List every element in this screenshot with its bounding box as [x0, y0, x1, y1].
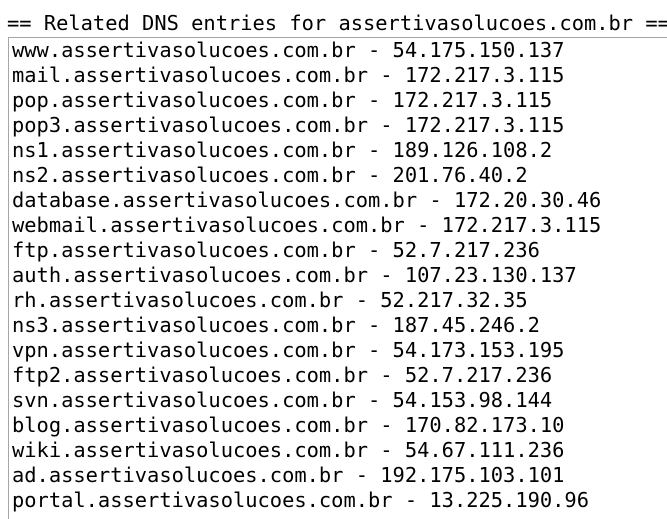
- dns-entries-list: www.assertivasolucoes.com.br - 54.175.15…: [12, 38, 601, 513]
- dns-entry: pop3.assertivasolucoes.com.br - 172.217.…: [12, 113, 565, 137]
- dns-entry: rh.assertivasolucoes.com.br - 52.217.32.…: [12, 288, 528, 312]
- dns-entry: wiki.assertivasolucoes.com.br - 54.67.11…: [12, 438, 565, 462]
- section-heading: == Related DNS entries for assertivasolu…: [7, 11, 667, 35]
- dns-entry: webmail.assertivasolucoes.com.br - 172.2…: [12, 213, 602, 237]
- dns-entry: ad.assertivasolucoes.com.br - 192.175.10…: [12, 463, 565, 487]
- dns-entry: auth.assertivasolucoes.com.br - 107.23.1…: [12, 263, 577, 287]
- dns-entry: database.assertivasolucoes.com.br - 172.…: [12, 188, 602, 212]
- dns-entries-panel[interactable]: www.assertivasolucoes.com.br - 54.175.15…: [8, 37, 667, 519]
- dns-entry: blog.assertivasolucoes.com.br - 170.82.1…: [12, 413, 565, 437]
- dns-entry: ftp2.assertivasolucoes.com.br - 52.7.217…: [12, 363, 553, 387]
- dns-entry: ftp.assertivasolucoes.com.br - 52.7.217.…: [12, 238, 540, 262]
- dns-entry: vpn.assertivasolucoes.com.br - 54.173.15…: [12, 338, 565, 362]
- dns-entry: ns3.assertivasolucoes.com.br - 187.45.24…: [12, 313, 540, 337]
- dns-entry: pop.assertivasolucoes.com.br - 172.217.3…: [12, 88, 553, 112]
- dns-entry: svn.assertivasolucoes.com.br - 54.153.98…: [12, 388, 553, 412]
- dns-entry: www.assertivasolucoes.com.br - 54.175.15…: [12, 38, 565, 62]
- dns-entry: ns2.assertivasolucoes.com.br - 201.76.40…: [12, 163, 528, 187]
- dns-entry: mail.assertivasolucoes.com.br - 172.217.…: [12, 63, 565, 87]
- dns-entry: portal.assertivasolucoes.com.br - 13.225…: [12, 488, 589, 512]
- dns-entry: ns1.assertivasolucoes.com.br - 189.126.1…: [12, 138, 553, 162]
